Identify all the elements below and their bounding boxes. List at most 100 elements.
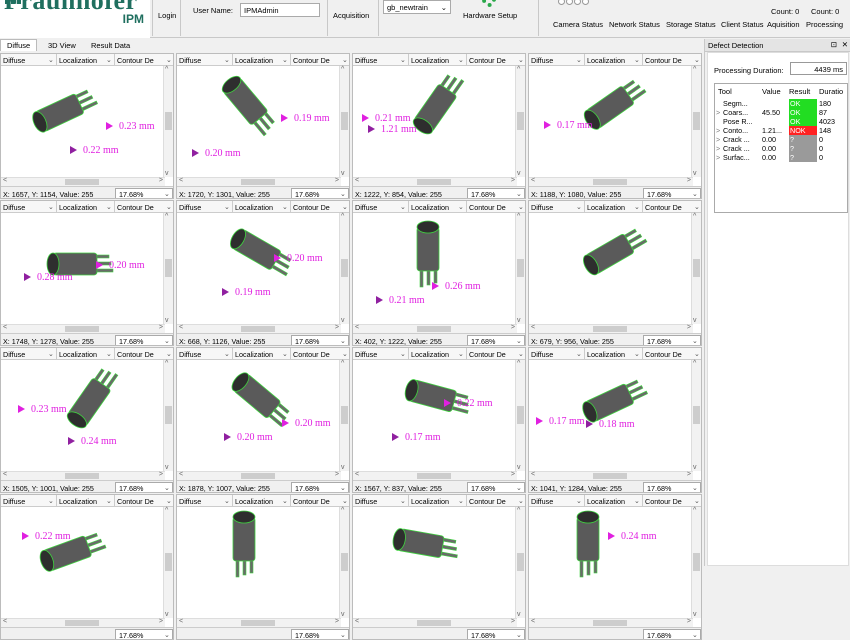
localization-select[interactable]: Localization ⌄ [233,201,291,213]
chevron-up-icon[interactable]: ^ [165,213,168,220]
chevron-left-icon[interactable]: < [3,618,7,625]
zoom-select[interactable]: 17.68% ⌄ [291,629,349,639]
zoom-select[interactable]: 17.68% ⌄ [115,188,173,198]
scroll-thumb[interactable] [341,406,348,424]
image-type-select[interactable]: Diffuse ⌄ [177,54,233,66]
scroll-thumb[interactable] [341,553,348,571]
chevron-down-icon[interactable]: v [341,317,345,324]
image-canvas[interactable]: 0.20 mm 0.20 mm [177,360,341,471]
vertical-scrollbar[interactable]: ^ v [515,507,525,618]
vertical-scrollbar[interactable]: ^ v [515,360,525,471]
chevron-down-icon[interactable]: v [341,611,345,618]
horizontal-scrollbar[interactable]: < > [353,324,517,333]
contour-select[interactable]: Contour De ⌄ [467,54,525,66]
expander-icon[interactable]: > [716,126,722,135]
chevron-down-icon[interactable]: v [517,317,521,324]
chevron-down-icon[interactable]: v [517,464,521,471]
horizontal-scrollbar[interactable]: < > [1,618,165,627]
chevron-right-icon[interactable]: > [511,324,515,331]
chevron-right-icon[interactable]: > [687,471,691,478]
chevron-right-icon[interactable]: > [335,471,339,478]
chevron-right-icon[interactable]: > [687,324,691,331]
chevron-up-icon[interactable]: ^ [341,360,344,367]
vertical-scrollbar[interactable]: ^ v [163,213,173,324]
image-view-cell[interactable]: Diffuse ⌄ Localization ⌄ Contour De ⌄ 0.20 mm 0… [176,200,350,346]
image-view-cell[interactable]: Diffuse ⌄ Localization ⌄ Contour De ⌄ 0.20 mm 0… [0,200,174,346]
tool-result-row[interactable]: > Surfac... 0.00? 0 [715,153,849,162]
contour-select[interactable]: Contour De ⌄ [115,348,173,360]
image-view-cell[interactable]: Diffuse ⌄ Localization ⌄ Contour De ⌄ 0.22 mm 0… [352,347,526,493]
chevron-down-icon[interactable]: v [341,464,345,471]
localization-select[interactable]: Localization ⌄ [409,348,467,360]
localization-select[interactable]: Localization ⌄ [57,348,115,360]
chevron-up-icon[interactable]: ^ [165,360,168,367]
image-view-cell[interactable]: Diffuse ⌄ Localization ⌄ Contour De ⌄ 0.19 mm 0… [176,53,350,199]
horizontal-scrollbar[interactable]: < > [353,618,517,627]
chevron-left-icon[interactable]: < [531,324,535,331]
image-type-select[interactable]: Diffuse ⌄ [177,348,233,360]
localization-select[interactable]: Localization ⌄ [585,348,643,360]
scroll-thumb[interactable] [65,326,99,332]
contour-select[interactable]: Contour De ⌄ [115,54,173,66]
contour-select[interactable]: Contour De ⌄ [467,495,525,507]
image-type-select[interactable]: Diffuse ⌄ [353,348,409,360]
image-canvas[interactable]: 0.17 mm 0.18 mm [529,360,693,471]
vertical-scrollbar[interactable]: ^ v [691,66,701,177]
chevron-right-icon[interactable]: > [511,177,515,184]
vertical-scrollbar[interactable]: ^ v [515,66,525,177]
chevron-left-icon[interactable]: < [179,177,183,184]
tool-result-row[interactable]: > Crack ... 0.00? 0 [715,135,849,144]
expander-icon[interactable]: > [716,108,722,117]
image-type-select[interactable]: Diffuse ⌄ [353,495,409,507]
image-type-select[interactable]: Diffuse ⌄ [529,201,585,213]
chevron-up-icon[interactable]: ^ [693,360,696,367]
zoom-select[interactable]: 17.68% ⌄ [467,335,525,345]
zoom-select[interactable]: 17.68% ⌄ [115,629,173,639]
chevron-right-icon[interactable]: > [159,324,163,331]
horizontal-scrollbar[interactable]: < > [529,324,693,333]
chevron-right-icon[interactable]: > [511,618,515,625]
image-canvas[interactable]: 0.21 mm 1.21 mm [353,66,517,177]
chevron-right-icon[interactable]: > [511,471,515,478]
scroll-thumb[interactable] [593,179,627,185]
vertical-scrollbar[interactable]: ^ v [339,213,349,324]
image-canvas[interactable]: 0.26 mm 0.21 mm [353,213,517,324]
chevron-down-icon[interactable]: v [693,611,697,618]
chevron-up-icon[interactable]: ^ [517,360,520,367]
image-canvas[interactable]: 0.19 mm 0.20 mm [177,66,341,177]
image-type-select[interactable]: Diffuse ⌄ [177,495,233,507]
chevron-down-icon[interactable]: v [165,170,169,177]
scroll-thumb[interactable] [517,406,524,424]
tool-result-row[interactable]: > Coars... 45.50 OK 87 [715,108,849,117]
chevron-left-icon[interactable]: < [355,177,359,184]
vertical-scrollbar[interactable]: ^ v [339,507,349,618]
horizontal-scrollbar[interactable]: < > [529,618,693,627]
image-canvas[interactable]: 0.23 mm 0.22 mm [1,66,165,177]
tool-result-row[interactable]: > Conto... 1.21... NOK 148 [715,126,849,135]
localization-select[interactable]: Localization ⌄ [233,348,291,360]
chevron-up-icon[interactable]: ^ [341,213,344,220]
scroll-thumb[interactable] [517,259,524,277]
contour-select[interactable]: Contour De ⌄ [643,495,701,507]
scroll-thumb[interactable] [341,259,348,277]
image-type-select[interactable]: Diffuse ⌄ [177,201,233,213]
chevron-up-icon[interactable]: ^ [341,66,344,73]
scroll-thumb[interactable] [241,620,275,626]
scroll-thumb[interactable] [241,326,275,332]
vertical-scrollbar[interactable]: ^ v [163,507,173,618]
chevron-up-icon[interactable]: ^ [693,213,696,220]
close-icon[interactable]: ✕ [842,40,848,49]
vertical-scrollbar[interactable]: ^ v [163,360,173,471]
image-type-select[interactable]: Diffuse ⌄ [353,201,409,213]
chevron-up-icon[interactable]: ^ [517,213,520,220]
tool-result-row[interactable]: Pose R... OK 4023 [715,117,849,126]
contour-select[interactable]: Contour De ⌄ [291,348,349,360]
chevron-left-icon[interactable]: < [179,618,183,625]
chevron-left-icon[interactable]: < [531,177,535,184]
tab-diffuse[interactable]: Diffuse [0,39,38,51]
zoom-select[interactable]: 17.68% ⌄ [643,188,701,198]
image-view-cell[interactable]: Diffuse ⌄ Localization ⌄ Contour De ⌄ 0.24 mm ^… [528,494,702,640]
scroll-thumb[interactable] [165,259,172,277]
zoom-select[interactable]: 17.68% ⌄ [643,335,701,345]
chevron-up-icon[interactable]: ^ [341,507,344,514]
